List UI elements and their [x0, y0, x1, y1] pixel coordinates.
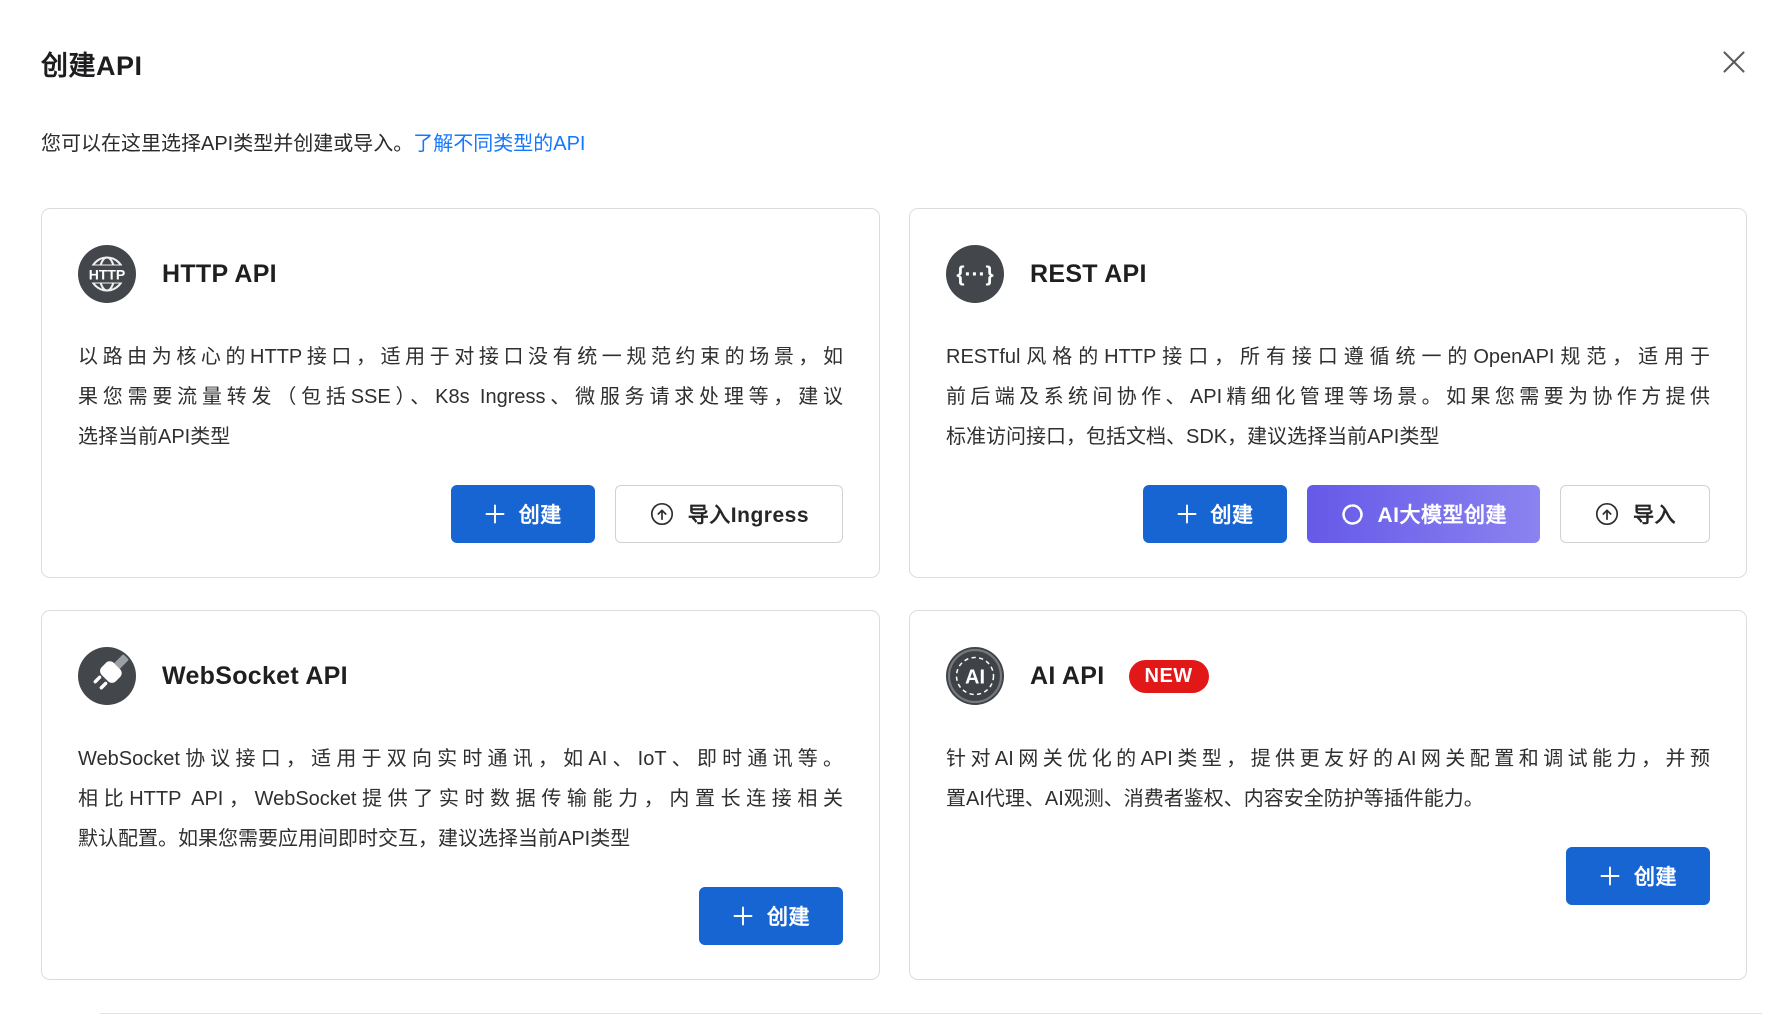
ai-sparkle-icon [1340, 502, 1365, 527]
card-description: 以路由为核心的HTTP接口，适用于对接口没有统一规范约束的场景，如 果您需要流量… [78, 337, 843, 457]
card-title: WebSocket API [162, 662, 348, 691]
subtitle-text: 您可以在这里选择API类型并创建或导入。 [41, 133, 413, 155]
dialog-subtitle: 您可以在这里选择API类型并创建或导入。了解不同类型的API [41, 127, 586, 156]
card-http-api: HTTP HTTP API 以路由为核心的HTTP接口，适用于对接口没有统一规范… [41, 208, 880, 578]
button-label: 创建 [1634, 861, 1677, 891]
svg-text:AI: AI [965, 667, 985, 689]
learn-api-types-link[interactable]: 了解不同类型的API [413, 133, 585, 155]
button-label: AI大模型创建 [1378, 499, 1508, 529]
rest-import-button[interactable]: 导入 [1560, 485, 1710, 543]
card-header: WebSocket API [78, 647, 843, 705]
plus-icon [484, 503, 506, 525]
upload-icon [649, 501, 675, 527]
create-api-dialog: 创建API 您可以在这里选择API类型并创建或导入。了解不同类型的API HTT… [0, 0, 1786, 1020]
close-button[interactable] [1716, 44, 1752, 80]
ai-create-button[interactable]: 创建 [1566, 847, 1710, 905]
page-title: 创建API [41, 44, 143, 83]
description-line: 前后端及系统间协作、API精细化管理等场景。如果您需要为协作方提供 [946, 377, 1710, 417]
http-import-ingress-button[interactable]: 导入Ingress [615, 485, 843, 543]
card-actions: 创建 [946, 847, 1710, 905]
button-label: 创建 [1211, 499, 1254, 529]
card-title: AI API [1030, 662, 1105, 691]
card-description: WebSocket协议接口，适用于双向实时通讯，如AI、IoT、即时通讯等。 相… [78, 739, 843, 859]
description-line: 选择当前API类型 [78, 417, 843, 457]
http-globe-icon: HTTP [78, 245, 136, 303]
card-description: RESTful风格的HTTP接口，所有接口遵循统一的OpenAPI规范，适用于 … [946, 337, 1710, 457]
card-ai-api: AI AI API NEW 针对AI网关优化的API类型，提供更友好的AI网关配… [909, 610, 1747, 980]
rest-ai-model-create-button[interactable]: AI大模型创建 [1307, 485, 1541, 543]
upload-icon [1594, 501, 1620, 527]
svg-text:{···}: {···} [956, 263, 993, 286]
rest-create-button[interactable]: 创建 [1143, 485, 1287, 543]
description-line: 置AI代理、AI观测、消费者鉴权、内容安全防护等插件能力。 [946, 779, 1710, 819]
card-actions: 创建 AI大模型创建 [946, 485, 1710, 543]
description-line: 针对AI网关优化的API类型，提供更友好的AI网关配置和调试能力，并预 [946, 739, 1710, 779]
card-title: HTTP API [162, 260, 277, 289]
new-badge: NEW [1129, 660, 1209, 693]
card-title: REST API [1030, 260, 1147, 289]
description-line: RESTful风格的HTTP接口，所有接口遵循统一的OpenAPI规范，适用于 [946, 337, 1710, 377]
description-line: 相比HTTP API，WebSocket提供了实时数据传输能力，内置长连接相关 [78, 779, 843, 819]
button-label: 创建 [519, 499, 562, 529]
card-actions: 创建 [78, 887, 843, 945]
button-label: 导入Ingress [688, 499, 809, 529]
button-label: 创建 [767, 901, 810, 931]
svg-text:HTTP: HTTP [89, 267, 126, 283]
bottom-divider [100, 1013, 1762, 1014]
plus-icon [732, 905, 754, 927]
rest-braces-icon: {···} [946, 245, 1004, 303]
close-icon [1719, 47, 1749, 77]
plus-icon [1599, 865, 1621, 887]
card-header: HTTP HTTP API [78, 245, 843, 303]
description-line: 标准访问接口，包括文档、SDK，建议选择当前API类型 [946, 417, 1710, 457]
description-line: 以路由为核心的HTTP接口，适用于对接口没有统一规范约束的场景，如 [78, 337, 843, 377]
card-header: AI AI API NEW [946, 647, 1710, 705]
plus-icon [1176, 503, 1198, 525]
description-line: WebSocket协议接口，适用于双向实时通讯，如AI、IoT、即时通讯等。 [78, 739, 843, 779]
card-rest-api: {···} REST API RESTful风格的HTTP接口，所有接口遵循统一… [909, 208, 1747, 578]
card-description: 针对AI网关优化的API类型，提供更友好的AI网关配置和调试能力，并预 置AI代… [946, 739, 1710, 819]
button-label: 导入 [1633, 499, 1676, 529]
ai-circle-icon: AI [946, 647, 1004, 705]
card-actions: 创建 导入Ingress [78, 485, 843, 543]
http-create-button[interactable]: 创建 [451, 485, 595, 543]
api-type-grid: HTTP HTTP API 以路由为核心的HTTP接口，适用于对接口没有统一规范… [41, 208, 1747, 980]
description-line: 默认配置。如果您需要应用间即时交互，建议选择当前API类型 [78, 819, 843, 859]
description-line: 果您需要流量转发（包括SSE）、K8s Ingress、微服务请求处理等，建议 [78, 377, 843, 417]
websocket-plug-icon [78, 647, 136, 705]
card-websocket-api: WebSocket API WebSocket协议接口，适用于双向实时通讯，如A… [41, 610, 880, 980]
card-header: {···} REST API [946, 245, 1710, 303]
websocket-create-button[interactable]: 创建 [699, 887, 843, 945]
